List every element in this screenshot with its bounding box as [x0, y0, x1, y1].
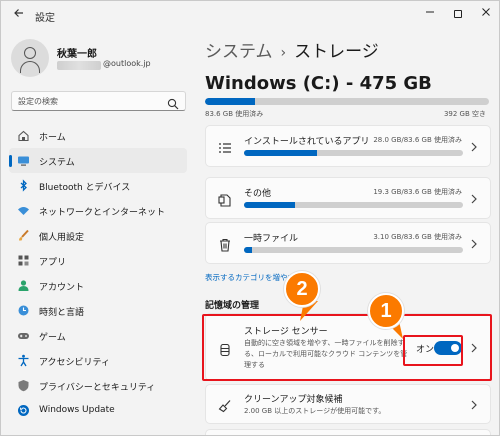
breadcrumb: システム › ストレージ [205, 37, 379, 62]
storage-sense-title: ストレージ センサー [244, 327, 328, 337]
category-usage-fill [244, 202, 295, 208]
accessibility-icon [17, 354, 30, 367]
sidebar-nav: ホーム システム Bluetooth とデバイス ネットワークとインターネット … [9, 123, 189, 423]
breadcrumb-system-link[interactable]: システム [205, 42, 273, 62]
system-icon [17, 154, 30, 167]
sidebar-item-windows-update[interactable]: Windows Update [9, 398, 187, 423]
gaming-icon [17, 329, 30, 342]
drive-free-label: 392 GB 空き [443, 110, 486, 118]
sidebar-item-accessibility[interactable]: アクセシビリティ [9, 348, 187, 373]
annotation-badge-1: 1 [368, 293, 404, 329]
cleanup-title: クリーンアップ対象候補 [244, 395, 343, 405]
category-temp-files[interactable]: 一時ファイル 3.10 GB/83.6 GB 使用済み [205, 222, 491, 264]
privacy-shield-icon [17, 379, 30, 392]
drive-usage-fill [205, 98, 255, 105]
sidebar-item-apps[interactable]: アプリ [9, 248, 187, 273]
chevron-right-icon [470, 239, 480, 249]
minimize-icon[interactable] [417, 3, 443, 25]
maximize-icon[interactable] [445, 3, 471, 25]
account-icon [17, 279, 30, 292]
category-usage-bar [244, 150, 463, 156]
app-title: 設定 [35, 13, 55, 24]
sidebar-item-account[interactable]: アカウント [9, 273, 187, 298]
chevron-right-icon [470, 400, 480, 410]
personalization-icon [17, 229, 30, 242]
category-other[interactable]: その他 19.3 GB/83.6 GB 使用済み [205, 177, 491, 219]
category-usage-fill [244, 150, 318, 156]
search-input[interactable] [18, 94, 163, 108]
bluetooth-icon [17, 179, 30, 192]
sidebar-item-bluetooth[interactable]: Bluetooth とデバイス [9, 173, 187, 198]
apps-icon [17, 254, 30, 267]
settings-window: 設定 秋葉一郎 @outlook.jp ホーム [0, 0, 500, 436]
sidebar-item-system[interactable]: システム [9, 148, 187, 173]
category-installed-apps[interactable]: インストールされているアプリ 28.0 GB/83.6 GB 使用済み [205, 125, 491, 167]
storage-drive-icon [218, 342, 232, 357]
section-title-storage-management: 記憶域の管理 [205, 301, 260, 311]
next-card-partial[interactable] [205, 429, 491, 435]
category-usage-bar [244, 202, 463, 208]
user-email: @outlook.jp [103, 59, 151, 68]
cleanup-desc: 2.00 GB 以上のストレージが使用可能です。 [244, 407, 386, 415]
search-box[interactable] [11, 91, 186, 111]
back-arrow-icon[interactable] [9, 6, 29, 26]
chevron-right-icon[interactable] [470, 343, 480, 353]
annotation-badge-2: 2 [284, 271, 320, 307]
toggle-state-label: オン [416, 345, 435, 355]
other-files-icon [218, 192, 232, 207]
drive-usage-bar [205, 98, 489, 105]
time-language-icon [17, 304, 30, 317]
category-usage-fill [244, 247, 253, 253]
storage-sense-card[interactable]: ストレージ センサー 自動的に空き領域を増やす、一時ファイルを削除する、ローカル… [205, 313, 491, 381]
drive-used-label: 83.6 GB 使用済み [205, 110, 264, 118]
windows-update-icon [17, 404, 30, 417]
home-icon [17, 129, 30, 142]
close-icon[interactable] [473, 3, 499, 25]
drive-title: Windows (C:) - 475 GB [205, 73, 432, 94]
avatar [11, 39, 49, 77]
broom-icon [218, 398, 232, 413]
user-profile[interactable]: 秋葉一郎 @outlook.jp [11, 39, 191, 79]
trash-icon [218, 237, 232, 252]
show-more-categories-link[interactable]: 表示するカテゴリを増やす [205, 272, 295, 283]
breadcrumb-separator: › [280, 45, 287, 61]
chevron-right-icon [470, 194, 480, 204]
cleanup-recommendations-card[interactable]: クリーンアップ対象候補 2.00 GB 以上のストレージが使用可能です。 [205, 384, 491, 424]
sidebar-item-time-language[interactable]: 時刻と言語 [9, 298, 187, 323]
user-name: 秋葉一郎 [57, 49, 97, 60]
title-bar: 設定 [1, 1, 499, 31]
sidebar-item-privacy[interactable]: プライバシーとセキュリティ [9, 373, 187, 398]
storage-sense-toggle[interactable] [434, 341, 462, 355]
sidebar-item-gaming[interactable]: ゲーム [9, 323, 187, 348]
sidebar-item-network[interactable]: ネットワークとインターネット [9, 198, 187, 223]
sidebar-item-personalization[interactable]: 個人用設定 [9, 223, 187, 248]
page-title: ストレージ [294, 42, 379, 62]
network-icon [17, 204, 30, 217]
email-redacted [57, 61, 101, 70]
search-icon[interactable] [167, 95, 179, 110]
chevron-right-icon [470, 142, 480, 152]
apps-list-icon [218, 140, 232, 154]
category-usage-bar [244, 247, 463, 253]
sidebar-item-home[interactable]: ホーム [9, 123, 187, 148]
